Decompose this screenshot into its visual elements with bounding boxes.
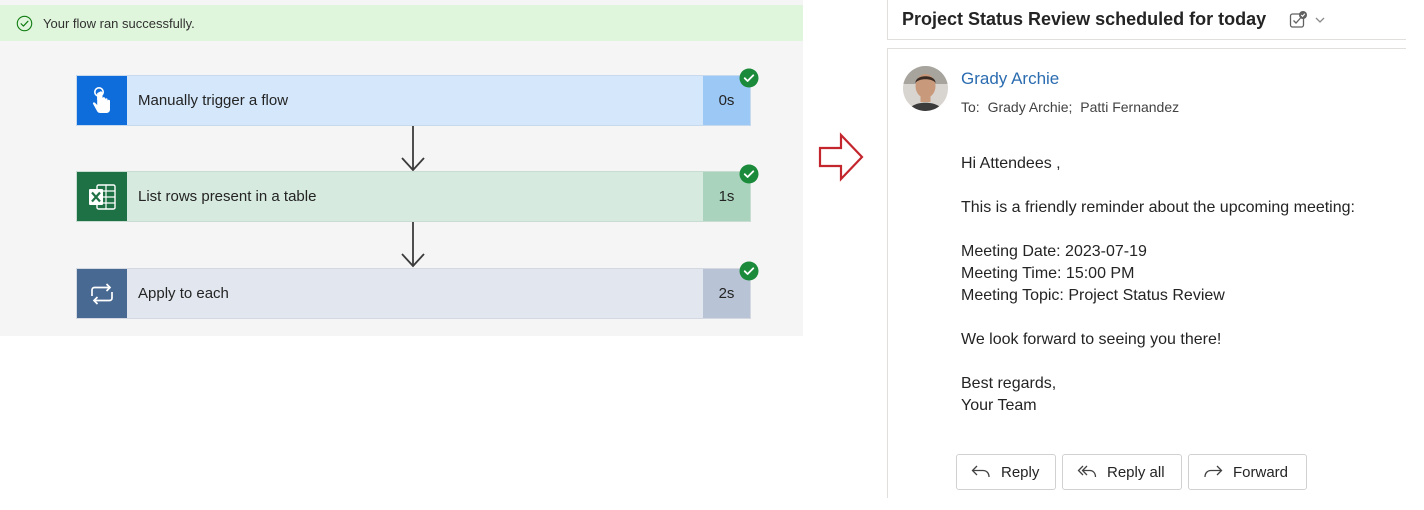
flow-step-list-rows[interactable]: List rows present in a table 1s (76, 164, 759, 222)
step-title: Manually trigger a flow (138, 92, 289, 109)
message-body: Hi Attendees , This is a friendly remind… (961, 153, 1355, 439)
sender-avatar (903, 66, 948, 111)
forward-label: Forward (1233, 463, 1289, 481)
to-label: To: (961, 99, 980, 115)
subject-actions[interactable] (1288, 10, 1326, 30)
step-success-icon (739, 164, 759, 184)
reply-all-icon (1077, 465, 1097, 478)
forward-button[interactable]: Forward (1188, 454, 1307, 490)
chevron-down-icon[interactable] (1314, 14, 1326, 26)
intro-line: This is a friendly reminder about the up… (961, 199, 1355, 216)
meeting-topic: Meeting Topic: Project Status Review (961, 287, 1225, 304)
reply-icon (971, 465, 990, 478)
flow-connector-arrow (401, 222, 425, 268)
message-actions: Reply Reply all Forward (956, 454, 1307, 490)
loop-icon (77, 269, 127, 318)
right-arrow-icon (818, 132, 864, 182)
step-title: Apply to each (138, 285, 229, 302)
recipients-line: To: Grady Archie; Patti Fernandez (961, 99, 1183, 115)
reply-all-button[interactable]: Reply all (1062, 454, 1182, 490)
greeting: Hi Attendees , (961, 155, 1061, 172)
reply-button[interactable]: Reply (956, 454, 1056, 490)
meeting-details: Meeting Date: 2023-07-19 Meeting Time: 1… (961, 241, 1355, 307)
success-banner: Your flow ran successfully. (0, 5, 803, 41)
reply-label: Reply (1001, 463, 1040, 481)
step-title: List rows present in a table (138, 188, 317, 205)
email-subject: Project Status Review scheduled for toda… (902, 9, 1267, 29)
recipient[interactable]: Grady Archie; (988, 99, 1073, 115)
email-reading-pane: Project Status Review scheduled for toda… (887, 0, 1424, 510)
flow-step-apply-to-each[interactable]: Apply to each 2s (76, 261, 759, 319)
email-header: Project Status Review scheduled for toda… (887, 0, 1406, 40)
step-success-icon (739, 68, 759, 88)
step-success-icon (739, 261, 759, 281)
recipient[interactable]: Patti Fernandez (1080, 99, 1179, 115)
touch-hand-icon (77, 76, 127, 125)
flow-connector-arrow (401, 126, 425, 172)
tag-check-icon[interactable] (1288, 10, 1308, 30)
excel-icon (77, 172, 127, 221)
meeting-date: Meeting Date: 2023-07-19 (961, 243, 1147, 260)
flow-run-panel: Your flow ran successfully. Manually tri… (0, 0, 803, 336)
flow-step-manual-trigger[interactable]: Manually trigger a flow 0s (76, 68, 759, 126)
signoff-block: Best regards, Your Team (961, 373, 1355, 417)
closing-line: We look forward to seeing you there! (961, 331, 1222, 348)
signature: Your Team (961, 397, 1037, 414)
sender-name[interactable]: Grady Archie (961, 69, 1059, 89)
forward-icon (1204, 465, 1223, 478)
success-message: Your flow ran successfully. (43, 15, 195, 31)
signoff: Best regards, (961, 375, 1057, 392)
reply-all-label: Reply all (1107, 463, 1165, 481)
meeting-time: Meeting Time: 15:00 PM (961, 265, 1135, 282)
success-check-icon (16, 15, 33, 31)
message-card: Grady Archie To: Grady Archie; Patti Fer… (887, 48, 1406, 498)
